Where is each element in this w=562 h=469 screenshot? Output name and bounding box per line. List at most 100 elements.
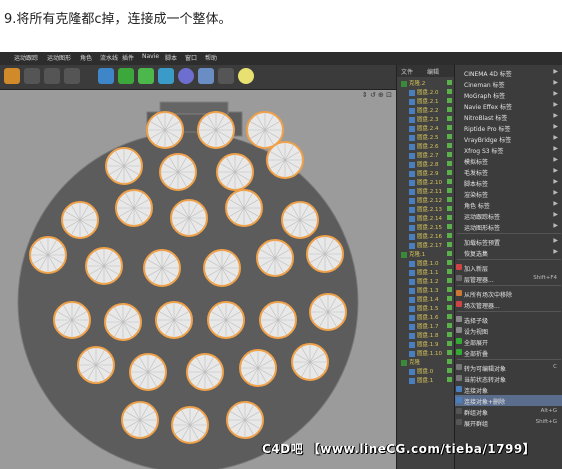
check-icon[interactable] <box>447 305 452 310</box>
menu-item[interactable]: 运动图形 <box>47 53 71 62</box>
object-row[interactable]: 圆盘.1.1 <box>397 268 455 276</box>
context-menu-item[interactable]: 设为视图 <box>455 325 562 336</box>
context-submenu[interactable]: CINEMA 4D 标签 ▶ <box>455 67 562 78</box>
context-submenu[interactable]: 模拟标签 ▶ <box>455 155 562 166</box>
spline-icon[interactable] <box>118 68 134 84</box>
context-submenu[interactable]: 渲染标签 ▶ <box>455 188 562 199</box>
context-menu-item[interactable]: 层管理器... Shift+F4 <box>455 273 562 284</box>
context-submenu[interactable]: 毛发标签 ▶ <box>455 166 562 177</box>
context-menu-item[interactable]: 群组对象 Alt+G <box>455 406 562 417</box>
check-icon[interactable] <box>447 332 452 337</box>
light-icon[interactable] <box>238 68 254 84</box>
menu-item[interactable]: 脚本 <box>165 53 177 62</box>
check-icon[interactable] <box>447 134 452 139</box>
object-row[interactable]: 圆盘.2.16 <box>397 232 455 240</box>
check-icon[interactable] <box>447 89 452 94</box>
object-row[interactable]: 圆盘.2.14 <box>397 214 455 222</box>
object-row[interactable]: 圆盘.2.9 <box>397 169 455 177</box>
context-menu-item[interactable]: 转为可编辑对象 C <box>455 362 562 373</box>
check-icon[interactable] <box>447 314 452 319</box>
check-icon[interactable] <box>447 179 452 184</box>
connect-delete-item[interactable]: 连接对象+删除 <box>455 395 562 406</box>
menu-item[interactable]: 窗口 <box>185 53 197 62</box>
object-group-row[interactable]: 克隆.2 <box>397 79 455 87</box>
context-menu-item[interactable]: 选择子级 <box>455 314 562 325</box>
viewport-nav-icons[interactable]: ⇕ ↺ ⊕ ⊡ <box>362 91 392 99</box>
menu-item[interactable]: 运动跟踪 <box>14 53 38 62</box>
check-icon[interactable] <box>447 251 452 256</box>
clapper-icon[interactable] <box>24 68 40 84</box>
object-row[interactable]: 圆盘.2.17 <box>397 241 455 249</box>
context-menu-item[interactable]: 加入新层 <box>455 262 562 273</box>
object-row[interactable]: 圆盘.2.7 <box>397 151 455 159</box>
check-icon[interactable] <box>447 368 452 373</box>
context-submenu[interactable]: Riptide Pro 标签 ▶ <box>455 122 562 133</box>
check-icon[interactable] <box>447 224 452 229</box>
object-group-row[interactable]: 克隆 <box>397 358 455 366</box>
context-menu-item[interactable]: 当前状态转对象 <box>455 373 562 384</box>
cube-icon[interactable] <box>98 68 114 84</box>
object-row[interactable]: 圆盘.2.10 <box>397 178 455 186</box>
check-icon[interactable] <box>447 98 452 103</box>
context-submenu[interactable]: Cineman 标签 ▶ <box>455 78 562 89</box>
check-icon[interactable] <box>447 152 452 157</box>
check-icon[interactable] <box>447 233 452 238</box>
object-row[interactable]: 圆盘.2.12 <box>397 196 455 204</box>
object-row[interactable]: 圆盘.1 <box>397 376 455 384</box>
check-icon[interactable] <box>447 377 452 382</box>
object-row[interactable]: 圆盘.1.0 <box>397 259 455 267</box>
object-row[interactable]: 圆盘.2.2 <box>397 106 455 114</box>
check-icon[interactable] <box>447 125 452 130</box>
check-icon[interactable] <box>447 188 452 193</box>
object-row[interactable]: 圆盘.2.15 <box>397 223 455 231</box>
context-menu-item[interactable]: 全部折叠 <box>455 347 562 358</box>
object-row[interactable]: 圆盘.2.5 <box>397 133 455 141</box>
object-row[interactable]: 圆盘.1.8 <box>397 331 455 339</box>
object-row[interactable]: 圆盘.1.2 <box>397 277 455 285</box>
check-icon[interactable] <box>447 323 452 328</box>
clapper-icon[interactable] <box>44 68 60 84</box>
object-row[interactable]: 圆盘.0 <box>397 367 455 375</box>
array-icon[interactable] <box>158 68 174 84</box>
check-icon[interactable] <box>447 197 452 202</box>
object-row[interactable]: 圆盘.2.13 <box>397 205 455 213</box>
context-menu-item[interactable]: 从所有场次中移除 <box>455 288 562 299</box>
context-submenu[interactable]: 脚本标签 ▶ <box>455 177 562 188</box>
object-row[interactable]: 圆盘.2.11 <box>397 187 455 195</box>
check-icon[interactable] <box>447 350 452 355</box>
nurbs-icon[interactable] <box>138 68 154 84</box>
menu-item[interactable]: 角色 <box>80 53 92 62</box>
context-menu-item[interactable]: 展开群组 Shift+G <box>455 417 562 428</box>
object-row[interactable]: 圆盘.2.8 <box>397 160 455 168</box>
check-icon[interactable] <box>447 143 452 148</box>
context-menu-item[interactable]: 全部展开 <box>455 336 562 347</box>
object-row[interactable]: 圆盘.2.0 <box>397 88 455 96</box>
check-icon[interactable] <box>447 206 452 211</box>
context-submenu[interactable]: 运动跟踪标签 ▶ <box>455 210 562 221</box>
context-submenu[interactable]: VrayBridge 标签 ▶ <box>455 133 562 144</box>
check-icon[interactable] <box>447 260 452 265</box>
tab-file[interactable]: 文件 <box>401 67 413 76</box>
check-icon[interactable] <box>447 341 452 346</box>
context-submenu[interactable]: 恢复选集 ▶ <box>455 247 562 258</box>
check-icon[interactable] <box>447 242 452 247</box>
object-row[interactable]: 圆盘.1.5 <box>397 304 455 312</box>
render-icon[interactable] <box>4 68 20 84</box>
menu-item[interactable]: 帮助 <box>205 53 217 62</box>
camera-icon[interactable] <box>218 68 234 84</box>
check-icon[interactable] <box>447 359 452 364</box>
menu-item[interactable]: Navie <box>142 53 159 60</box>
context-menu-item[interactable]: 连接对象 <box>455 384 562 395</box>
menu-item[interactable]: 插件 <box>122 53 134 62</box>
object-row[interactable]: 圆盘.2.6 <box>397 142 455 150</box>
object-row[interactable]: 圆盘.2.4 <box>397 124 455 132</box>
context-submenu[interactable]: MoGraph 标签 ▶ <box>455 89 562 100</box>
check-icon[interactable] <box>447 215 452 220</box>
check-icon[interactable] <box>447 296 452 301</box>
scene-icon[interactable] <box>198 68 214 84</box>
check-icon[interactable] <box>447 287 452 292</box>
object-row[interactable]: 圆盘.2.1 <box>397 97 455 105</box>
object-row[interactable]: 圆盘.1.3 <box>397 286 455 294</box>
check-icon[interactable] <box>447 107 452 112</box>
context-submenu[interactable]: 角色 标签 ▶ <box>455 199 562 210</box>
